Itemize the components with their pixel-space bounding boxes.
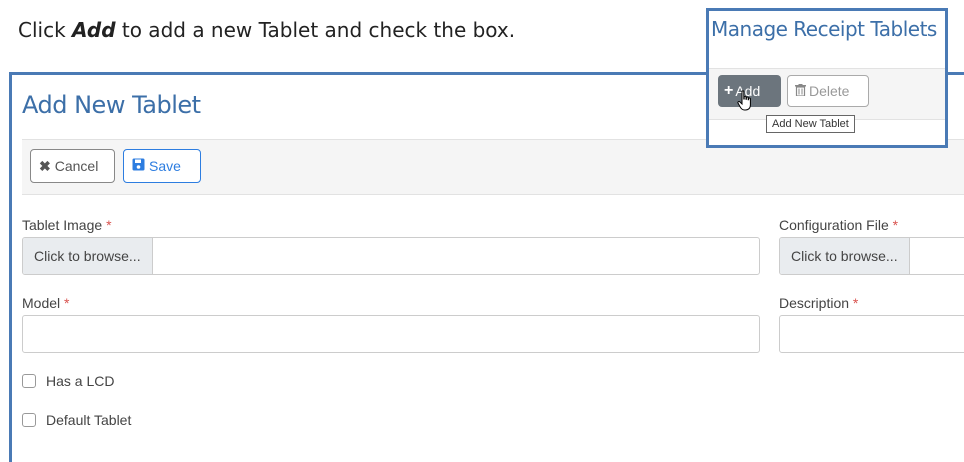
default-tablet-checkbox-row[interactable]: Default Tablet [22,412,131,428]
configuration-file-label-text: Configuration File [779,217,889,233]
delete-button-label: Delete [809,83,850,99]
has-lcd-checkbox-row[interactable]: Has a LCD [22,373,114,389]
configuration-file-label: Configuration File * [779,217,898,233]
default-tablet-label: Default Tablet [46,412,132,428]
times-icon: ✖ [39,157,51,174]
plus-icon: + [724,82,734,99]
required-marker: * [106,217,112,233]
has-lcd-checkbox[interactable] [22,374,36,388]
required-marker: * [852,295,859,311]
model-label-text: Model [22,295,61,311]
model-label: Model * [22,295,69,311]
instruction-action: Add [72,18,116,42]
configuration-file-input[interactable]: Click to browse... [779,237,964,275]
delete-button[interactable]: Delete [787,75,869,107]
tablet-image-label-text: Tablet Image [22,217,103,233]
description-label: Description * [779,295,858,311]
save-button-label: Save [149,158,181,174]
save-button[interactable]: Save [123,149,201,183]
inset-title: Manage Receipt Tablets [711,17,937,41]
cancel-button[interactable]: ✖ Cancel [30,149,115,183]
tablet-image-browse-button[interactable]: Click to browse... [23,238,153,274]
required-marker: * [892,217,899,233]
add-tooltip: Add New Tablet [766,115,855,133]
has-lcd-label: Has a LCD [46,373,115,389]
floppy-disk-icon [132,158,145,174]
cancel-button-label: Cancel [54,158,99,174]
trash-icon [795,83,806,99]
model-input[interactable] [22,315,760,353]
manage-receipt-tablets-inset: Manage Receipt Tablets + Add Delete Add … [706,8,948,148]
instruction-text: Click Add to add a new Tablet and check … [18,18,515,42]
default-tablet-checkbox[interactable] [22,413,36,427]
tablet-image-file-input[interactable]: Click to browse... [22,237,760,275]
required-marker: * [64,295,70,311]
description-label-text: Description [779,295,850,311]
configuration-file-browse-button[interactable]: Click to browse... [780,238,910,274]
tablet-image-label: Tablet Image * [22,217,112,233]
description-input[interactable] [779,315,964,353]
page-title: Add New Tablet [22,91,201,119]
instruction-suffix: to add a new Tablet and check the box. [115,18,516,42]
instruction-prefix: Click [18,18,73,42]
hand-pointer-icon [737,90,753,117]
